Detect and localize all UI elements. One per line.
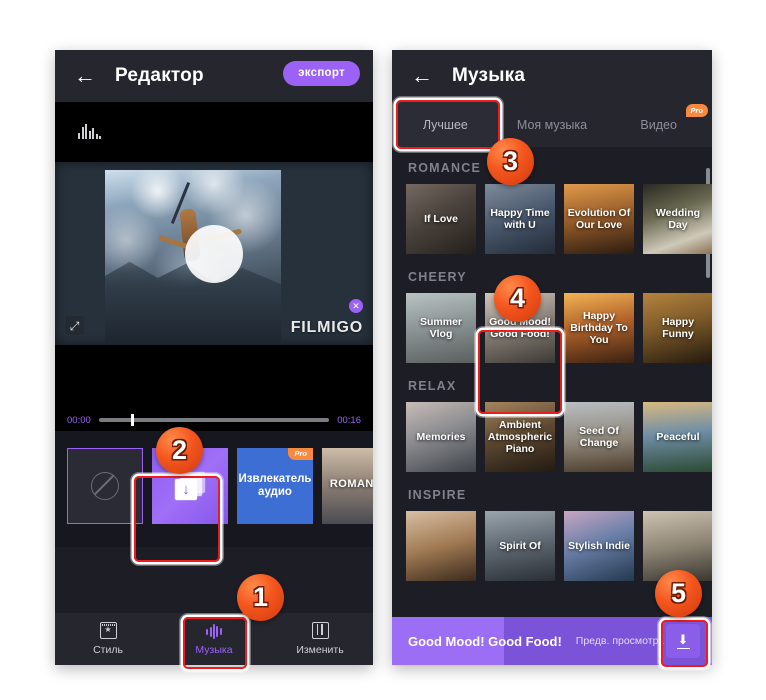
music-tabs: Лучшее Моя музыка Видео Pro — [392, 102, 712, 147]
download-icon[interactable]: ⬇ — [666, 624, 700, 658]
tab-label: Моя музыка — [516, 117, 588, 132]
music-card-label: Happy Time with U — [490, 206, 550, 231]
editor-app-bar: ← Редактор экспорт — [55, 50, 373, 102]
category-title: RELAX — [408, 379, 457, 393]
category-relax: RELAX Memories Ambient Atmospheric Piano… — [392, 365, 712, 474]
music-item-extract-audio[interactable]: Извлекатель аудио Pro — [237, 448, 313, 524]
category-inspire: INSPIRE Spirit Of Pro Stylish Indie — [392, 474, 712, 583]
export-button[interactable]: экспорт — [283, 61, 360, 86]
category-row[interactable]: Memories Ambient Atmospheric Piano Seed … — [392, 402, 712, 472]
music-strip-area: ↓ Извлекатель аудио Pro ROMANCE — [55, 431, 373, 547]
editor-bottom-nav: Стиль Музыка Изменить — [55, 613, 373, 665]
music-card-label: Seed Of Change — [579, 424, 619, 449]
pro-badge: Pro — [288, 448, 313, 461]
timeline-end-time: 00:16 — [337, 414, 361, 426]
music-card-label: Spirit Of — [499, 539, 541, 552]
editor-screen: ← Редактор экспорт ⤢ ✕ FILMIGO 00:00 00:… — [55, 50, 373, 665]
music-card[interactable]: Summer Vlog — [406, 293, 476, 363]
nav-item-edit[interactable]: Изменить — [267, 622, 373, 656]
music-card-label: Summer Vlog — [419, 315, 462, 340]
music-card-label: Happy Birthday To You — [570, 309, 628, 347]
nav-item-music[interactable]: Музыка — [161, 622, 267, 656]
music-card-label: Ambient Atmospheric Piano — [487, 418, 553, 456]
tab-video[interactable]: Видео Pro — [605, 102, 712, 147]
music-item-label: Извлекатель аудио — [238, 472, 312, 498]
timeline-track[interactable] — [98, 414, 330, 426]
player-status: Предв. просмотр.. — [575, 635, 665, 647]
music-card[interactable] — [406, 511, 476, 581]
music-strip[interactable]: ↓ Извлекатель аудио Pro ROMANCE — [55, 448, 373, 524]
playhead-icon[interactable] — [131, 414, 135, 426]
tab-label: Видео — [640, 117, 677, 132]
music-screen: ← Музыка Лучшее Моя музыка Видео Pro ROM… — [392, 50, 712, 665]
video-preview[interactable]: ⤢ ✕ FILMIGO — [55, 162, 373, 345]
music-card[interactable]: Stylish Indie — [564, 511, 634, 581]
music-card-label: If Love — [424, 212, 458, 225]
fullscreen-icon[interactable]: ⤢ — [65, 316, 84, 335]
nav-label: Стиль — [93, 644, 123, 656]
tab-best[interactable]: Лучшее — [392, 102, 499, 147]
music-card[interactable]: Spirit Of Pro — [485, 511, 555, 581]
category-row[interactable]: If Love Happy Time with U Evolution Of O… — [392, 184, 712, 254]
step-bubble-5: 5 — [655, 570, 702, 617]
back-arrow-icon[interactable]: ← — [410, 64, 434, 88]
category-title: ROMANCE — [408, 161, 481, 175]
step-bubble-2: 2 — [156, 427, 203, 474]
tab-label: Лучшее — [422, 117, 468, 132]
step-bubble-4: 4 — [494, 275, 541, 322]
nav-item-style[interactable]: Стиль — [55, 622, 161, 656]
music-item-none[interactable] — [67, 448, 143, 524]
timeline-bar: 00:00 00:16 — [55, 409, 373, 431]
close-x-icon[interactable]: ✕ — [349, 299, 363, 313]
music-waveform-icon — [206, 622, 222, 639]
category-row[interactable]: Spirit Of Pro Stylish Indie — [392, 511, 712, 581]
player-track-name: Good Mood! Good Food! — [408, 633, 562, 649]
audio-waveform-icon — [78, 124, 101, 139]
adjust-sliders-icon — [311, 622, 329, 639]
music-item-romance[interactable]: ROMANCE — [322, 448, 373, 524]
watermark-label: FILMIGO — [290, 319, 363, 336]
music-card[interactable]: Seed Of Change Pro — [564, 402, 634, 472]
audio-track-strip[interactable] — [55, 102, 373, 162]
music-card-label: Evolution Of Our Love — [567, 206, 631, 231]
category-romance: ROMANCE If Love Happy Time with U Evolut… — [392, 147, 712, 256]
play-button-icon[interactable] — [185, 224, 243, 283]
music-card[interactable]: Happy Birthday To You — [564, 293, 634, 363]
music-card[interactable]: Wedding Day — [643, 184, 712, 254]
step-bubble-1: 1 — [237, 574, 284, 621]
category-title: INSPIRE — [408, 488, 467, 502]
music-card[interactable]: Evolution Of Our Love — [564, 184, 634, 254]
music-player-bar: Good Mood! Good Food! Предв. просмотр.. … — [392, 617, 712, 665]
music-app-bar: ← Музыка — [392, 50, 712, 102]
timeline-start-time: 00:00 — [67, 414, 91, 426]
play-triangle — [209, 242, 227, 265]
category-row[interactable]: Summer Vlog Good Mood! Good Food! Happy … — [392, 293, 712, 363]
music-card-label: Peaceful — [656, 430, 700, 443]
local-music-download-icon: ↓ — [175, 472, 205, 500]
music-item-label: ROMANCE — [329, 478, 373, 491]
no-music-icon — [91, 472, 119, 500]
music-card-label: Memories — [416, 430, 466, 443]
music-card-label: Wedding Day — [655, 206, 701, 231]
nav-label: Изменить — [296, 644, 344, 656]
music-card-label: Happy Funny — [661, 315, 695, 340]
page-title: Редактор — [115, 65, 204, 86]
pro-badge: Pro — [685, 104, 709, 117]
music-card[interactable]: If Love — [406, 184, 476, 254]
music-card-label: Stylish Indie — [568, 539, 630, 552]
category-title: CHEERY — [408, 270, 467, 284]
screenshot-stage: ← Редактор экспорт ⤢ ✕ FILMIGO 00:00 00:… — [0, 0, 766, 700]
music-card[interactable]: Ambient Atmospheric Piano — [485, 402, 555, 472]
timeline-spacer — [55, 345, 373, 409]
music-card[interactable]: Peaceful — [643, 402, 712, 472]
page-title: Музыка — [452, 65, 526, 86]
music-card[interactable]: Happy Funny — [643, 293, 712, 363]
music-card[interactable]: Memories — [406, 402, 476, 472]
back-arrow-icon[interactable]: ← — [73, 64, 97, 88]
nav-label: Музыка — [195, 644, 233, 656]
style-icon — [99, 622, 117, 639]
music-card[interactable]: Happy Time with U — [485, 184, 555, 254]
category-cheery: CHEERY Summer Vlog Good Mood! Good Food!… — [392, 256, 712, 365]
step-bubble-3: 3 — [487, 138, 534, 185]
